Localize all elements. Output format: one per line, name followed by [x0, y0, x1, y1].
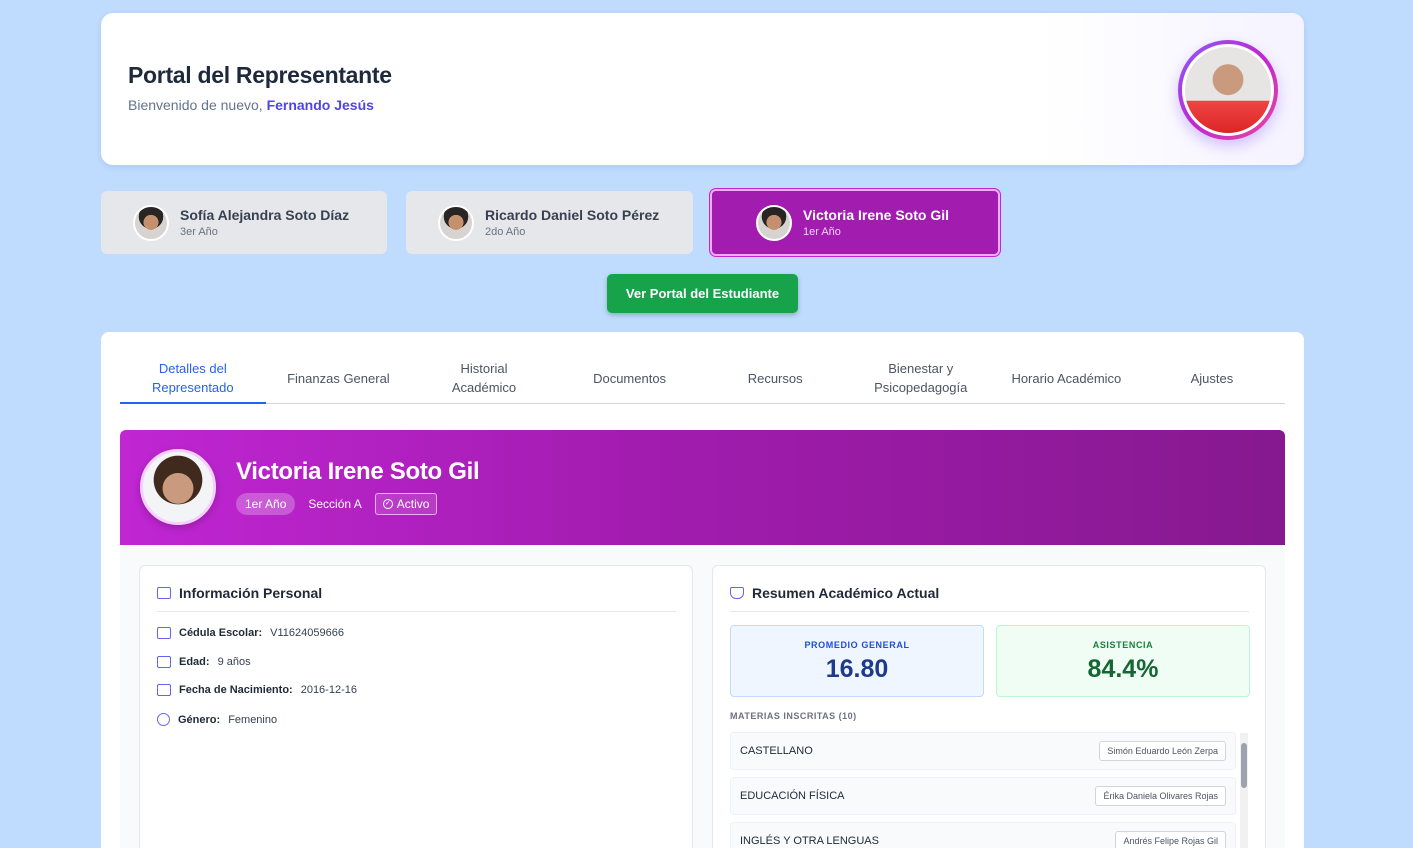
student-grade: 1er Año [803, 226, 841, 238]
student-avatar [133, 204, 169, 241]
user-name: Fernando Jesús [266, 97, 374, 113]
tab-bienestar[interactable]: Bienestar y Psicopedagogía [848, 353, 994, 403]
subject-row[interactable]: EDUCACIÓN FÍSICA Érika Daniela Olivares … [730, 777, 1236, 815]
student-grade: 3er Año [180, 226, 218, 238]
divider [157, 611, 676, 612]
tab-historial[interactable]: Historial Académico [411, 353, 557, 403]
check-circle-icon: ✓ [382, 499, 393, 509]
student-card-ricardo[interactable]: Ricardo Daniel Soto Pérez 2do Año [406, 191, 693, 254]
id-card-icon [157, 627, 171, 639]
student-portal-button[interactable]: Ver Portal del Estudiante [607, 274, 798, 313]
attendance-value: 84.4% [1087, 655, 1159, 683]
average-value: 16.80 [825, 655, 889, 683]
tab-documentos[interactable]: Documentos [557, 353, 703, 403]
tab-horario[interactable]: Horario Académico [994, 353, 1140, 403]
header-card: Portal del Representante Bienvenido de n… [101, 13, 1304, 165]
subjects-scrollbar[interactable] [1240, 733, 1248, 848]
status-label: Activo [396, 497, 430, 511]
teacher-badge: Simón Eduardo León Zerpa [1099, 741, 1226, 761]
info-nacimiento: Fecha de Nacimiento: 2016-12-16 [157, 684, 357, 696]
tab-ajustes[interactable]: Ajustes [1139, 353, 1285, 403]
student-name: Sofía Alejandra Soto Díaz [180, 207, 350, 223]
calendar-icon [157, 656, 171, 668]
academic-summary-panel: Resumen Académico Actual PROMEDIO GENERA… [712, 565, 1266, 848]
student-grade: 2do Año [485, 226, 526, 238]
student-name: Victoria Irene Soto Gil [803, 207, 950, 223]
grade-badge: 1er Año [236, 493, 296, 515]
welcome-text: Bienvenido de nuevo, Fernando Jesús [128, 97, 374, 113]
subject-row[interactable]: CASTELLANO Simón Eduardo León Zerpa [730, 732, 1236, 770]
subject-name: EDUCACIÓN FÍSICA [740, 790, 845, 802]
profile-banner: Victoria Irene Soto Gil 1er Año Sección … [120, 430, 1285, 545]
personal-info-title: Información Personal [157, 585, 322, 601]
scrollbar-thumb[interactable] [1241, 743, 1247, 788]
academic-summary-title: Resumen Académico Actual [730, 585, 939, 601]
tab-detalles[interactable]: Detalles del Representado [120, 353, 266, 404]
subject-name: CASTELLANO [740, 745, 813, 757]
student-name: Ricardo Daniel Soto Pérez [485, 207, 660, 223]
student-card-sofia[interactable]: Sofía Alejandra Soto Díaz 3er Año [101, 191, 387, 254]
average-stat: PROMEDIO GENERAL 16.80 [730, 625, 984, 697]
teacher-badge: Andrés Felipe Rojas Gil [1115, 831, 1226, 848]
student-avatar [756, 204, 792, 241]
status-badge: ✓ Activo [374, 493, 438, 515]
welcome-label: Bienvenido de nuevo, [128, 97, 263, 113]
average-label: PROMEDIO GENERAL [804, 640, 910, 650]
attendance-stat: ASISTENCIA 84.4% [996, 625, 1250, 697]
profile-name: Victoria Irene Soto Gil [236, 458, 480, 485]
info-genero: Género: Femenino [157, 713, 277, 726]
subject-name: INGLÉS Y OTRA LENGUAS [740, 835, 879, 847]
attendance-label: ASISTENCIA [1092, 640, 1154, 650]
calendar-icon [157, 684, 171, 696]
subject-row[interactable]: INGLÉS Y OTRA LENGUAS Andrés Felipe Roja… [730, 822, 1236, 848]
tab-recursos[interactable]: Recursos [702, 353, 848, 403]
id-card-icon [157, 587, 171, 599]
teacher-badge: Érika Daniela Olivares Rojas [1095, 786, 1226, 806]
info-cedula: Cédula Escolar: V11624059666 [157, 627, 344, 639]
representative-photo [1182, 44, 1274, 136]
representative-avatar[interactable] [1178, 40, 1278, 140]
user-circle-icon [157, 713, 170, 726]
profile-meta: 1er Año Sección A ✓ Activo [236, 493, 438, 515]
main-card: Detalles del Representado Finanzas Gener… [101, 332, 1304, 848]
section-label: Sección A [308, 497, 362, 511]
subjects-title: MATERIAS INSCRITAS (10) [730, 711, 857, 721]
student-card-victoria[interactable]: Victoria Irene Soto Gil 1er Año [710, 189, 1000, 256]
graduation-cap-icon [730, 587, 744, 599]
profile-avatar [140, 449, 216, 525]
page-title: Portal del Representante [128, 62, 392, 88]
student-avatar [438, 204, 474, 241]
tab-bar: Detalles del Representado Finanzas Gener… [120, 353, 1285, 404]
info-edad: Edad: 9 años [157, 656, 251, 668]
divider [730, 611, 1249, 612]
personal-info-panel: Información Personal Cédula Escolar: V11… [139, 565, 693, 848]
tab-finanzas[interactable]: Finanzas General [266, 353, 412, 403]
